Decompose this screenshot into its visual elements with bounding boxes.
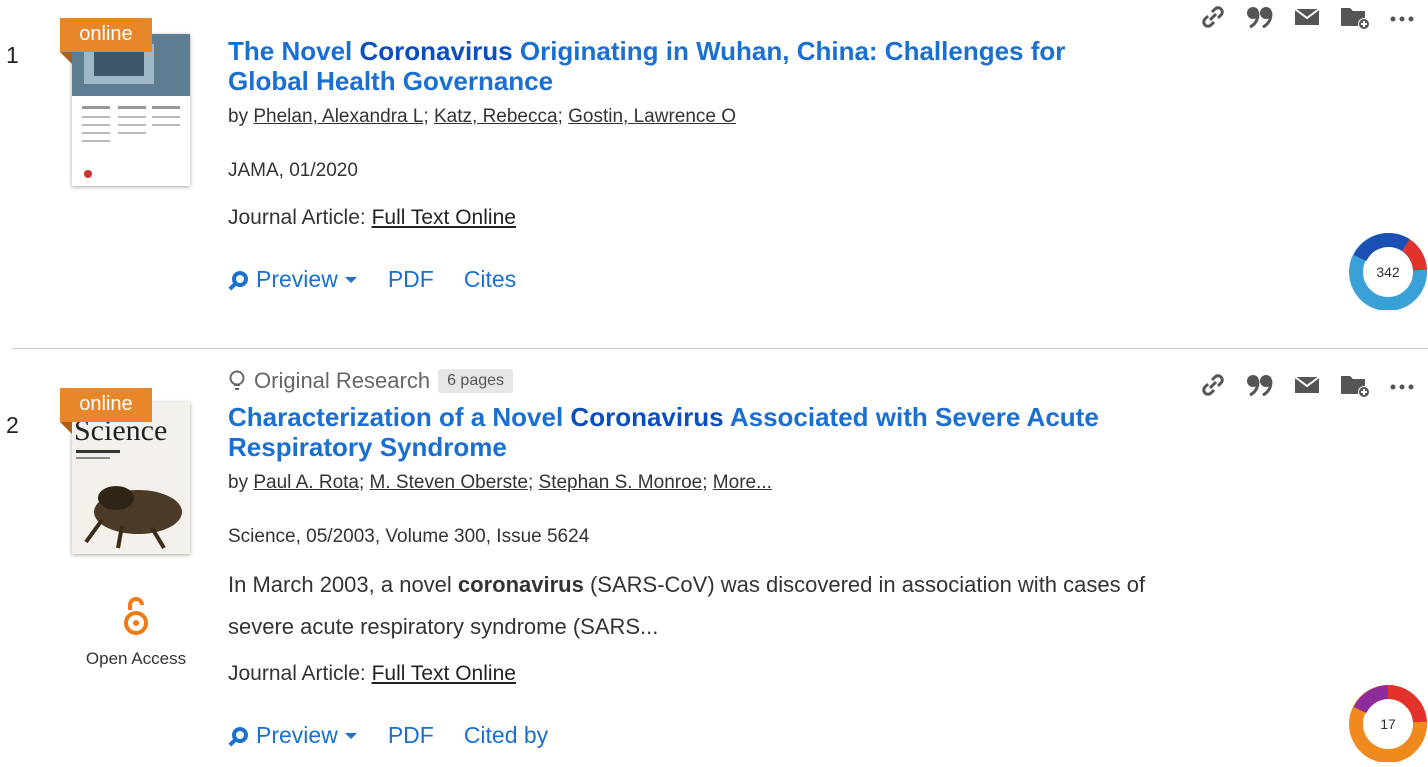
snippet-highlight: coronavirus [457,572,584,597]
format-label: Journal Article: [228,206,372,229]
author-link[interactable]: Stephan S. Monroe [539,472,703,493]
lightbulb-icon [229,370,245,390]
altmetric-donut[interactable]: 17 [1348,682,1428,763]
title-text-pre: Characterization of a Novel [228,402,571,432]
online-badge: online [60,18,152,64]
author-link[interactable]: Katz, Rebecca [434,106,558,127]
more-authors-link[interactable]: More... [713,472,772,493]
action-links: Preview PDF Cites [228,266,516,293]
pdf-link[interactable]: PDF [388,722,434,749]
page-count-badge: 6 pages [438,369,514,393]
pdf-link[interactable]: PDF [388,266,434,293]
publication-meta: Science, 05/2003, Volume 300, Issue 5624 [228,526,590,547]
abstract-snippet: In March 2003, a novel coronavirus (SARS… [228,564,1148,648]
result-title-link[interactable]: Characterization of a Novel Coronavirus … [228,402,1128,462]
caret-down-icon [344,276,357,283]
quote-icon[interactable] [1246,5,1274,34]
full-text-link[interactable]: Full Text Online [372,206,516,229]
publication-meta: JAMA, 01/2020 [228,160,358,181]
open-access-label: Open Access [85,649,187,668]
authors-line: by Paul A. Rota; M. Steven Oberste; Step… [228,472,772,493]
preview-label: Preview [256,722,338,748]
format-line: Journal Article: Full Text Online [228,206,516,230]
open-access-indicator: Open Access [74,596,198,669]
cover-thumbnail[interactable] [72,34,190,186]
quote-icon[interactable] [1246,373,1274,402]
by-label: by [228,472,254,493]
preview-button[interactable]: Preview [228,722,358,749]
authors-line: by Phelan, Alexandra L; Katz, Rebecca; G… [228,106,737,127]
title-text-pre: The Novel [228,36,360,66]
preview-button[interactable]: Preview [228,266,358,293]
snippet-pre: In March 2003, a novel [228,572,458,597]
science-cover-image: Science [72,402,190,554]
cites-link[interactable]: Cites [464,266,516,293]
cited-by-link[interactable]: Cited by [464,722,548,749]
link-icon[interactable] [1200,4,1226,35]
preview-label: Preview [256,266,338,292]
title-highlight: Coronavirus [359,36,513,66]
caret-down-icon [344,732,357,739]
online-badge: online [60,388,152,434]
altmetric-score: 17 [1380,716,1396,732]
more-icon[interactable] [1390,379,1414,397]
author-link[interactable]: Gostin, Lawrence O [568,106,736,127]
altmetric-donut[interactable]: 342 [1348,230,1428,311]
format-label: Journal Article: [228,662,372,685]
content-type-kicker: Original Research 6 pages [228,368,514,394]
folder-add-icon[interactable] [1340,372,1370,403]
author-link[interactable]: Paul A. Rota [253,472,359,493]
author-link[interactable]: Phelan, Alexandra L [253,106,423,127]
preview-magnifier-icon [228,270,248,291]
preview-magnifier-icon [228,726,248,747]
open-lock-icon [124,597,148,635]
altmetric-score: 342 [1376,264,1400,280]
format-line: Journal Article: Full Text Online [228,662,516,686]
link-icon[interactable] [1200,372,1226,403]
by-label: by [228,106,254,127]
author-link[interactable]: M. Steven Oberste [370,472,528,493]
action-links: Preview PDF Cited by [228,722,548,749]
more-icon[interactable] [1390,11,1414,29]
full-text-link[interactable]: Full Text Online [372,662,516,685]
email-icon[interactable] [1294,7,1320,32]
result-number: 2 [6,412,19,438]
result-toolbar [1200,4,1414,35]
result-toolbar [1200,372,1414,403]
folder-add-icon[interactable] [1340,4,1370,35]
cover-thumbnail[interactable]: Science [72,402,190,554]
content-type-label: Original Research [254,368,431,393]
result-divider [12,348,1428,349]
title-highlight: Coronavirus [570,402,724,432]
result-title-link[interactable]: The Novel Coronavirus Originating in Wuh… [228,36,1128,96]
result-number: 1 [6,42,19,68]
email-icon[interactable] [1294,375,1320,400]
jama-cover-image [72,34,190,186]
